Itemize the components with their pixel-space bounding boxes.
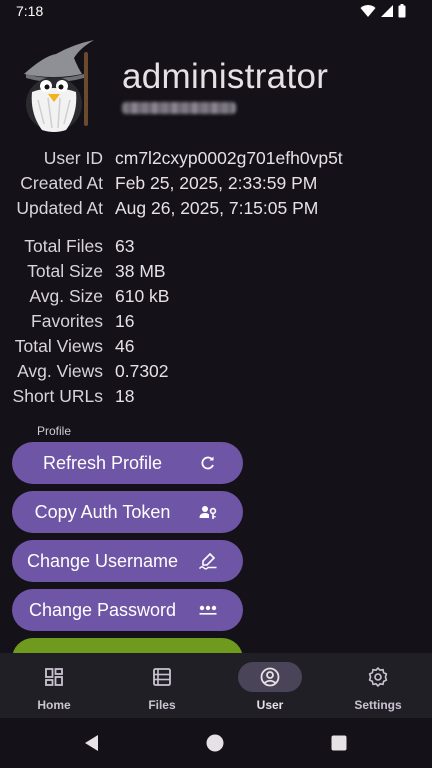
battery-icon [398, 4, 406, 18]
stat-value: 63 [115, 236, 135, 256]
refresh-icon [201, 456, 214, 470]
nav-item-files[interactable]: Files [108, 653, 216, 718]
recents-square-icon[interactable] [331, 735, 347, 751]
button-label: Refresh Profile [42, 452, 163, 473]
signature-icon [199, 552, 217, 570]
stat-row-avg-size: Avg. Size 610 kB [0, 284, 432, 309]
password-dots-icon [199, 605, 217, 615]
info-label: User ID [43, 148, 103, 168]
username: administrator [122, 57, 329, 96]
info-row-created-at: Created At Feb 25, 2025, 2:33:59 PM [0, 171, 432, 196]
back-triangle-icon[interactable] [84, 734, 100, 752]
refresh-profile-button[interactable]: Refresh Profile [12, 442, 243, 484]
wifi-icon [360, 5, 376, 18]
section-label-profile: Profile [37, 424, 72, 438]
stat-label: Total Files [24, 236, 103, 256]
nav-label: Home [37, 698, 71, 712]
nav-label: Files [148, 698, 176, 712]
cell-signal-icon [381, 5, 393, 17]
stat-row-short-urls: Short URLs 18 [0, 384, 432, 409]
stat-label: Short URLs [12, 386, 103, 406]
stat-row-avg-views: Avg. Views 0.7302 [0, 359, 432, 384]
info-row-updated-at: Updated At Aug 26, 2025, 7:15:05 PM [0, 196, 432, 221]
stats-info: Total Files 63 Total Size 38 MB Avg. Siz… [0, 234, 432, 409]
stat-value: 38 MB [115, 261, 166, 281]
status-time: 7:18 [16, 3, 44, 19]
home-circle-icon[interactable] [206, 734, 224, 752]
dashboard-icon [45, 668, 63, 686]
stat-row-favorites: Favorites 16 [0, 309, 432, 334]
info-label: Created At [20, 173, 103, 193]
stat-value: 16 [115, 311, 135, 331]
account-circle-icon [260, 667, 280, 687]
bottom-nav: Home Files User Settings [0, 653, 432, 718]
nav-label: Settings [354, 698, 402, 712]
change-password-button[interactable]: Change Password [12, 589, 243, 631]
email-redacted [122, 102, 236, 114]
stat-value: 0.7302 [115, 361, 169, 381]
info-value: Aug 26, 2025, 7:15:05 PM [115, 198, 319, 218]
list-icon [153, 668, 171, 686]
stat-row-total-files: Total Files 63 [0, 234, 432, 259]
info-row-user-id: User ID cm7l2cxyp0002g701efh0vp5t [0, 146, 432, 171]
nav-item-home[interactable]: Home [0, 653, 108, 718]
info-label: Updated At [16, 198, 103, 218]
info-value: cm7l2cxyp0002g701efh0vp5t [115, 148, 343, 168]
button-label: Change Password [28, 599, 177, 620]
avatar [14, 34, 98, 134]
button-label: Copy Auth Token [34, 501, 171, 522]
nav-item-user[interactable]: User [216, 653, 324, 718]
stat-label: Favorites [31, 311, 103, 331]
identity-info: User ID cm7l2cxyp0002g701efh0vp5t Create… [0, 146, 432, 221]
stat-label: Avg. Views [17, 361, 103, 381]
stat-value: 18 [115, 386, 135, 406]
stat-value: 610 kB [115, 286, 170, 306]
copy-auth-token-button[interactable]: Copy Auth Token [12, 491, 243, 533]
stat-row-total-size: Total Size 38 MB [0, 259, 432, 284]
status-bar: 7:18 [0, 0, 432, 24]
nav-label: User [256, 698, 284, 712]
stat-label: Total Size [27, 261, 103, 281]
gear-icon [368, 667, 388, 687]
button-label: Change Username [26, 550, 179, 571]
key-user-icon [199, 506, 217, 519]
stat-label: Total Views [14, 336, 103, 356]
nav-item-settings[interactable]: Settings [324, 653, 432, 718]
status-icons [360, 4, 406, 18]
info-value: Feb 25, 2025, 2:33:59 PM [115, 173, 318, 193]
stat-label: Avg. Size [29, 286, 103, 306]
stat-row-total-views: Total Views 46 [0, 334, 432, 359]
change-username-button[interactable]: Change Username [12, 540, 243, 582]
system-nav-bar [0, 718, 432, 768]
stat-value: 46 [115, 336, 135, 356]
